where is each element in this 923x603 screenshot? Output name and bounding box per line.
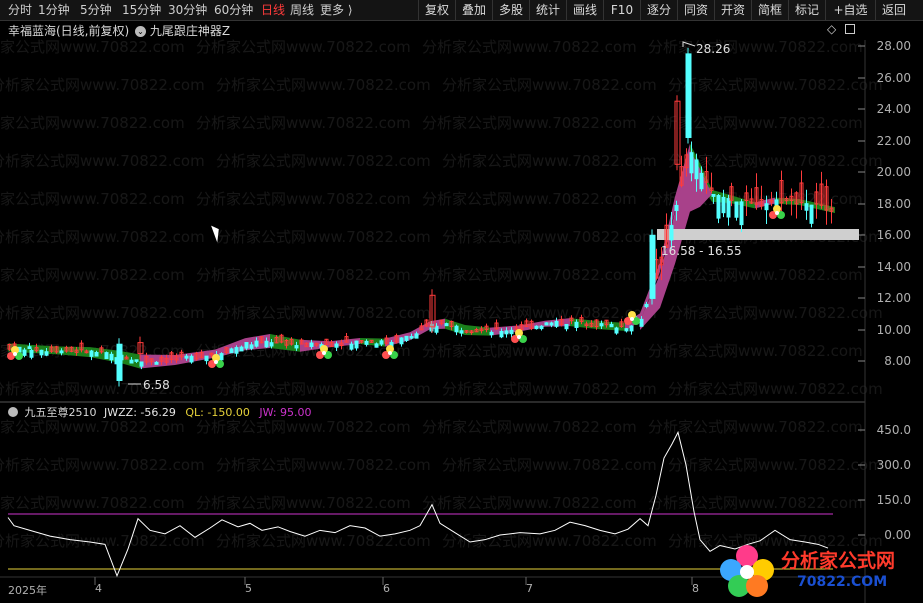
date-tick: 4 <box>95 582 102 595</box>
logo-name: 分析家公式网 <box>781 550 896 572</box>
tab-30min[interactable]: 30分钟 <box>168 2 207 18</box>
stock-title: 幸福蓝海(日线,前复权) <box>8 24 130 38</box>
band-range-label: 16.58 - 16.55 <box>661 244 742 258</box>
candlesticks <box>7 41 834 387</box>
ql-label: QL: <box>185 406 204 419</box>
draw-line-button[interactable]: 画线 <box>566 0 603 20</box>
date-tick: 2025年 <box>8 584 47 597</box>
subplot-legend: 九五至尊2510 JWZZ: -56.29 QL: -150.00 JW: 95… <box>8 404 312 420</box>
statistics-button[interactable]: 统计 <box>529 0 566 20</box>
f10-button[interactable]: F10 <box>603 0 640 20</box>
sub-tick: 450.0 <box>876 423 911 437</box>
add-watchlist-button[interactable]: +自选 <box>825 0 875 20</box>
grid-lines <box>0 19 923 603</box>
date-tick: 5 <box>245 582 252 595</box>
tab-timeshare[interactable]: 分时 <box>8 2 32 18</box>
date-tick: 7 <box>526 582 533 595</box>
jw-label: JW: <box>259 406 277 419</box>
panel-icon[interactable] <box>8 407 18 417</box>
chevron-down-icon[interactable]: ⌄ <box>135 26 146 37</box>
sub-tick: 300.0 <box>876 458 911 472</box>
price-tick: 12.00 <box>876 291 911 305</box>
open-funds-button[interactable]: 开资 <box>714 0 751 20</box>
price-tick: 14.00 <box>876 260 911 274</box>
sub-tick: 150.0 <box>876 493 911 507</box>
price-tick: 22.00 <box>876 134 911 148</box>
price-tick: 20.00 <box>876 165 911 179</box>
subplot-name: 九五至尊2510 <box>24 406 97 419</box>
tick-by-minute-button[interactable]: 逐分 <box>640 0 677 20</box>
panel-toggle-icon[interactable] <box>845 24 855 34</box>
indicator-name: 九尾跟庄神器Z <box>149 24 231 38</box>
tab-more[interactable]: 更多 ⟩ <box>320 2 353 18</box>
signal-marker <box>382 345 398 359</box>
signal-marker <box>769 205 785 219</box>
jwzz-value: -56.29 <box>140 406 176 419</box>
price-tick: 8.00 <box>884 354 911 368</box>
price-tick: 18.00 <box>876 197 911 211</box>
same-funds-button[interactable]: 同资 <box>677 0 714 20</box>
price-tick: 10.00 <box>876 323 911 337</box>
chart-canvas <box>0 19 923 603</box>
date-tick: 8 <box>692 582 699 595</box>
tab-daily[interactable]: 日线 <box>261 2 285 18</box>
toolbar: 分时 1分钟 5分钟 15分钟 30分钟 60分钟 日线 周线 更多 ⟩ 复权 … <box>0 0 923 21</box>
adjust-button[interactable]: 复权 <box>418 0 455 20</box>
low-price-label: 6.58 <box>143 378 170 392</box>
price-tick: 28.00 <box>876 39 911 53</box>
back-button[interactable]: 返回 <box>875 0 912 20</box>
mark-button[interactable]: 标记 <box>788 0 825 20</box>
tab-5min[interactable]: 5分钟 <box>80 2 112 18</box>
jwzz-label: JWZZ: <box>104 406 137 419</box>
price-tick: 24.00 <box>876 102 911 116</box>
tab-weekly[interactable]: 周线 <box>290 2 314 18</box>
multi-stock-button[interactable]: 多股 <box>492 0 529 20</box>
price-tick: 26.00 <box>876 71 911 85</box>
subplot-lines <box>7 430 833 578</box>
jw-value: 95.00 <box>280 406 312 419</box>
diamond-icon[interactable]: ◇ <box>827 22 836 36</box>
price-tick: 16.00 <box>876 228 911 242</box>
logo-url: 70822.COM <box>797 574 888 590</box>
indicator-title[interactable]: ⌄ 九尾跟庄神器Z <box>135 22 230 39</box>
flower-logo-icon <box>720 545 774 597</box>
ql-value: -150.00 <box>207 406 250 419</box>
logo: 分析家公式网 70822.COM <box>713 540 919 600</box>
high-price-label: 28.26 <box>696 42 731 56</box>
tab-60min[interactable]: 60分钟 <box>214 2 253 18</box>
overlay-button[interactable]: 叠加 <box>455 0 492 20</box>
tab-1min[interactable]: 1分钟 <box>38 2 70 18</box>
tab-15min[interactable]: 15分钟 <box>122 2 161 18</box>
simple-frame-button[interactable]: 简框 <box>751 0 788 20</box>
date-tick: 6 <box>383 582 390 595</box>
